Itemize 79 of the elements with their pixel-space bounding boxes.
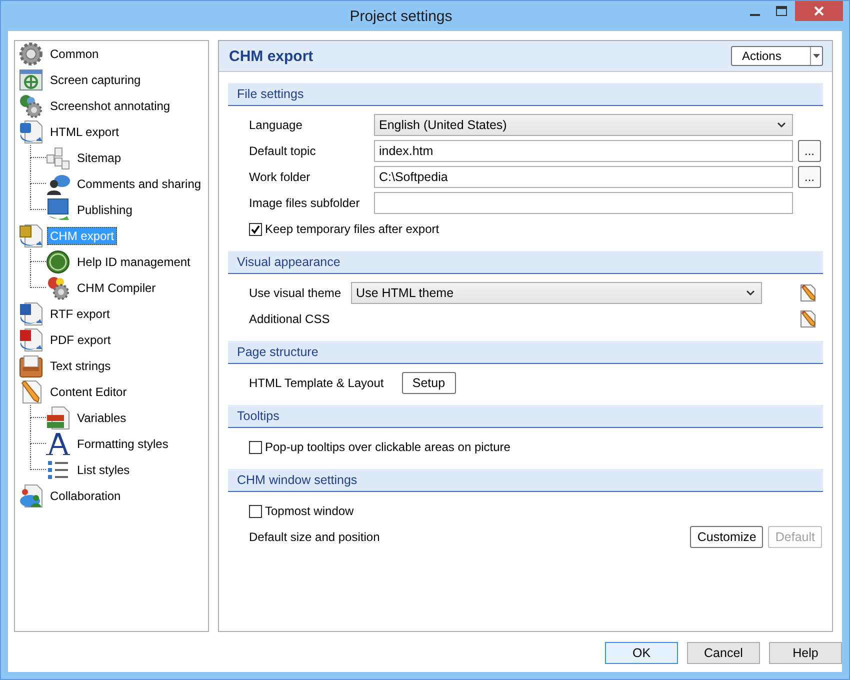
input-field[interactable]: C:\Softpedia [374, 166, 793, 188]
section-header: File settings [228, 83, 823, 106]
list-icon [46, 458, 70, 482]
field-label: Use visual theme [249, 286, 342, 300]
checkbox[interactable] [249, 440, 262, 454]
edit-icon[interactable] [799, 310, 817, 328]
caret-icon [813, 54, 820, 58]
checkbox-label: Keep temporary files after export [265, 222, 440, 236]
chevron-icon [746, 290, 756, 296]
checkbox[interactable] [249, 504, 262, 518]
drawer-icon [19, 354, 43, 378]
dropdown[interactable]: Use HTML theme [351, 282, 762, 304]
input-field[interactable]: index.htm [374, 140, 793, 162]
gear-icon [19, 42, 43, 66]
minimize-icon [750, 14, 760, 16]
tree-item[interactable]: Screenshot annotating [47, 97, 174, 115]
sitemap-icon [46, 146, 70, 170]
edit-icon[interactable] [799, 284, 817, 302]
tree-item[interactable]: Common [47, 45, 102, 63]
document-icon [19, 120, 43, 144]
tree-item[interactable]: Publishing [74, 201, 136, 219]
section-header: Tooltips [228, 405, 823, 428]
field-label: HTML Template & Layout [249, 376, 384, 390]
gears-icon [19, 94, 43, 118]
field-label: Work folder [249, 170, 312, 184]
gears-icon [46, 276, 70, 300]
field-label: Additional CSS [249, 312, 331, 326]
badge-icon [46, 250, 70, 274]
section-header: Page structure [228, 341, 823, 364]
field-label: Default size and position [249, 530, 380, 544]
section-header: CHM window settings [228, 469, 823, 492]
input-field[interactable] [374, 192, 793, 214]
dropdown[interactable]: English (United States) [374, 114, 793, 136]
section-header: Visual appearance [228, 251, 823, 274]
dialog-button[interactable]: Help [769, 642, 842, 664]
tree-item[interactable]: Comments and sharing [74, 175, 204, 193]
actions-button[interactable]: Actions [731, 46, 823, 66]
tree-item[interactable]: CHM Compiler [74, 279, 159, 297]
maximize-icon [776, 6, 787, 16]
tree-item[interactable]: Sitemap [74, 149, 124, 167]
browse-button[interactable]: ... [798, 140, 821, 162]
field-label: Default topic [249, 144, 317, 158]
field-label: Language [249, 118, 304, 132]
tree-item[interactable]: Collaboration [47, 487, 124, 505]
tree-item[interactable]: Text strings [47, 357, 114, 375]
browse-button[interactable]: ... [798, 166, 821, 188]
help-document-icon [19, 224, 43, 248]
tree-item[interactable]: Variables [74, 409, 130, 427]
chevron-icon [777, 122, 786, 128]
pencil-document-icon [19, 380, 43, 404]
pdf-document-icon [19, 328, 43, 352]
checkbox-label: Topmost window [265, 504, 354, 518]
tree-item[interactable]: List styles [74, 461, 133, 479]
screen-icon [19, 68, 43, 92]
panel-title: CHM export [229, 48, 314, 64]
setup-button[interactable]: Setup [402, 372, 456, 394]
dialog-button[interactable]: Cancel [687, 642, 760, 664]
tree-item[interactable]: Formatting styles [74, 435, 172, 453]
tree-item[interactable]: RTF export [47, 305, 113, 323]
monitor-icon [46, 198, 70, 222]
close-icon [814, 6, 824, 16]
window-title: Project settings [348, 8, 454, 24]
font-icon [46, 432, 70, 456]
cloud-people-icon [19, 484, 43, 508]
close-button[interactable] [795, 1, 843, 21]
dialog-button[interactable]: Customize [690, 526, 764, 548]
variables-icon [46, 406, 70, 430]
tree-item[interactable]: PDF export [47, 331, 114, 349]
checkbox-label: Pop-up tooltips over clickable areas on picture [265, 440, 510, 454]
tree-item[interactable]: HTML export [47, 123, 122, 141]
tree-item[interactable]: Content Editor [47, 383, 130, 401]
check-icon [251, 224, 260, 234]
checkbox[interactable] [249, 222, 262, 236]
tree-item[interactable]: Screen capturing [47, 71, 144, 89]
field-label: Image files subfolder [249, 196, 361, 210]
word-document-icon [19, 302, 43, 326]
dialog-button[interactable]: OK [605, 642, 678, 664]
people-icon [46, 172, 70, 196]
tree-item[interactable]: Help ID management [74, 253, 194, 271]
